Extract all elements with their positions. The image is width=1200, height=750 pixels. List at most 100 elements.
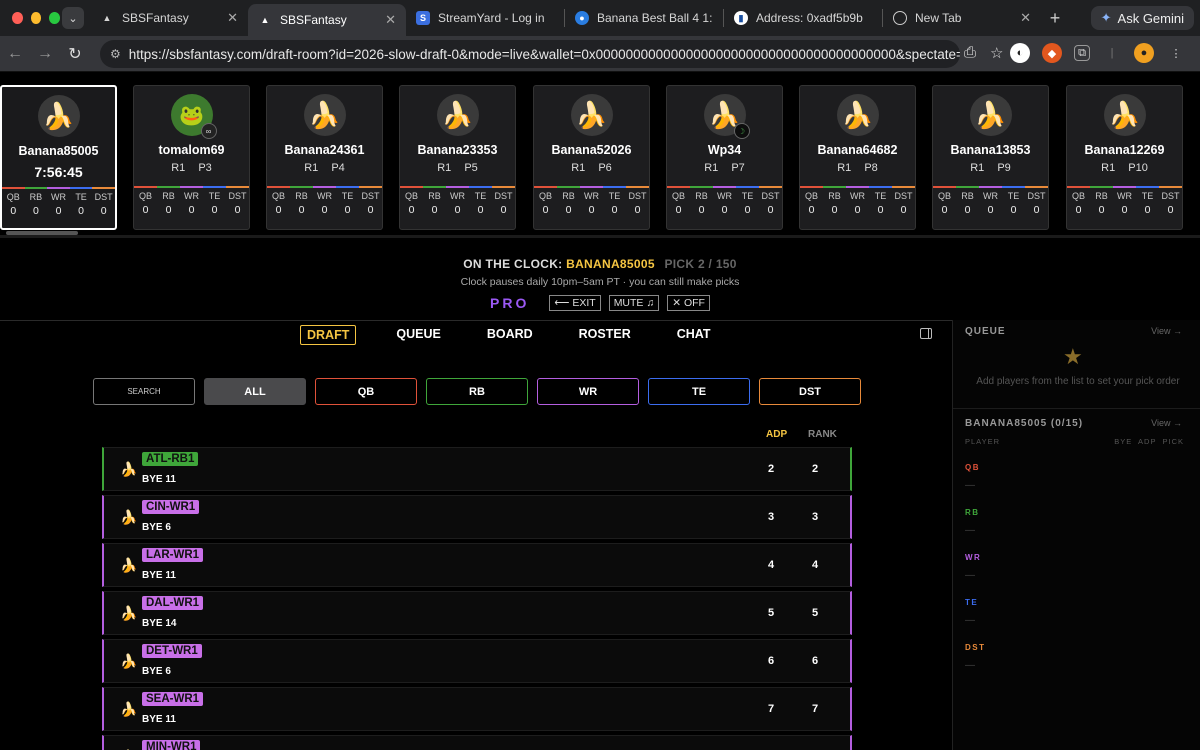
kebab-menu-icon[interactable]: ⋮ bbox=[1166, 43, 1186, 63]
team-avatar: 🍌 bbox=[37, 95, 80, 137]
team-card[interactable]: 🍌 Banana85005 7:56:45 QB RB WR TE DST 0 0 0 0 0 bbox=[0, 85, 117, 230]
banana-icon: 🍌 bbox=[120, 461, 138, 477]
mute-button[interactable]: MUTE ♫ bbox=[608, 295, 660, 311]
roster-title: BANANA85005 (0/15) bbox=[965, 418, 1084, 429]
position-count: 0 bbox=[900, 204, 907, 216]
position-count: 0 bbox=[321, 204, 328, 216]
team-round-pick: R1 P5 bbox=[437, 162, 478, 174]
filter-all-button[interactable]: ALL bbox=[204, 378, 306, 405]
team-card[interactable]: 🍌 Banana24361 R1 P4 QB RB WR TE DST 0 0 0 0 0 bbox=[266, 85, 383, 230]
player-row[interactable]: 🍌MIN-WR1 bbox=[102, 735, 852, 750]
player-tag: CIN-WR1 bbox=[142, 500, 200, 514]
tab-chat[interactable]: CHAT bbox=[671, 325, 717, 345]
team-card[interactable]: 🍌 Banana23353 R1 P5 QB RB WR TE DST 0 0 0 0 0 bbox=[399, 85, 516, 230]
bookmark-star-icon[interactable]: ☆ bbox=[990, 44, 1003, 62]
metamask-icon[interactable]: ◆ bbox=[1042, 43, 1062, 63]
star-icon: ★ bbox=[1063, 344, 1083, 369]
position-label: RB bbox=[428, 191, 441, 201]
team-card[interactable]: 🍌 Banana52026 R1 P6 QB RB WR TE DST 0 0 0 0 0 bbox=[533, 85, 650, 230]
puzzle-icon[interactable]: ⧉ bbox=[1074, 45, 1090, 61]
browser-tab[interactable]: ▲ SBSFantasy ✕ bbox=[90, 0, 248, 36]
tab-search-button[interactable]: ⌄ bbox=[62, 7, 84, 29]
filter-rb-button[interactable]: RB bbox=[426, 378, 528, 405]
search-input[interactable]: SEARCH bbox=[93, 378, 195, 405]
position-label: DST bbox=[94, 192, 113, 202]
tab-roster[interactable]: ROSTER bbox=[573, 325, 637, 345]
team-name: Banana24361 bbox=[284, 143, 365, 157]
filter-qb-button[interactable]: QB bbox=[315, 378, 417, 405]
reload-button[interactable]: ↻ bbox=[60, 44, 90, 64]
player-bye: BYE 14 bbox=[142, 618, 177, 629]
tab-queue[interactable]: QUEUE bbox=[390, 325, 446, 345]
chrome-icon bbox=[893, 11, 907, 25]
position-count: 0 bbox=[211, 204, 218, 216]
address-bar[interactable]: ⚙ https://sbsfantasy.com/draft-room?id=2… bbox=[100, 40, 960, 68]
site-info-icon[interactable]: ⚙ bbox=[110, 47, 121, 61]
filter-te-button[interactable]: TE bbox=[648, 378, 750, 405]
queue-view-link[interactable]: View → bbox=[1151, 326, 1182, 336]
browser-tab-active[interactable]: ▲ SBSFantasy ✕ bbox=[248, 4, 406, 36]
filter-dst-button[interactable]: DST bbox=[759, 378, 861, 405]
player-row[interactable]: 🍌 ATL-RB1 BYE 11 2 2 bbox=[102, 447, 852, 491]
tab-board[interactable]: BOARD bbox=[481, 325, 539, 345]
ask-gemini-button[interactable]: ✦ Ask Gemini bbox=[1090, 6, 1194, 30]
player-row[interactable]: 🍌 CIN-WR1 BYE 6 3 3 bbox=[102, 495, 852, 539]
position-counts: 0 0 0 0 0 bbox=[2, 205, 115, 217]
position-label: TE bbox=[1141, 191, 1154, 201]
player-row[interactable]: 🍌 DET-WR1 BYE 6 6 6 bbox=[102, 639, 852, 683]
browser-tab[interactable]: ▮ Address: 0xadf5b9b bbox=[724, 0, 882, 36]
position-count: 0 bbox=[32, 205, 39, 217]
team-card[interactable]: 🍌 Banana12269 R1 P10 QB RB WR TE DST 0 0 0 0 0 bbox=[1066, 85, 1183, 230]
rank-column-header[interactable]: RANK bbox=[808, 429, 837, 440]
tab-title: SBSFantasy bbox=[122, 11, 189, 25]
maximize-window-button[interactable] bbox=[49, 12, 61, 24]
team-card[interactable]: 🐸 ∞ tomalom69 R1 P3 QB RB WR TE DST 0 0 0 0 0 bbox=[133, 85, 250, 230]
player-row[interactable]: 🍌 SEA-WR1 BYE 11 7 7 bbox=[102, 687, 852, 731]
profile-avatar[interactable]: ● bbox=[1134, 43, 1154, 63]
forward-button[interactable]: → bbox=[30, 45, 60, 63]
position-label: TE bbox=[874, 191, 887, 201]
position-counts: 0 0 0 0 0 bbox=[267, 204, 382, 216]
browser-tab[interactable]: New Tab ✕ bbox=[883, 0, 1041, 36]
new-tab-button[interactable]: + bbox=[1041, 8, 1069, 29]
minimize-window-button[interactable] bbox=[30, 12, 42, 24]
banana-icon: 🍌 bbox=[1108, 99, 1141, 130]
player-row[interactable]: 🍌 DAL-WR1 BYE 14 5 5 bbox=[102, 591, 852, 635]
team-avatar: 🍌 bbox=[1103, 94, 1146, 136]
install-app-icon[interactable]: ⎙ bbox=[964, 44, 976, 62]
team-name: Wp34 bbox=[707, 143, 742, 157]
extension-icon[interactable]: ◐ bbox=[1010, 43, 1030, 63]
tab-draft[interactable]: DRAFT bbox=[300, 325, 357, 345]
browser-tab[interactable]: S StreamYard - Log in bbox=[406, 0, 564, 36]
team-card[interactable]: 🍌 Banana13853 R1 P9 QB RB WR TE DST 0 0 0 0 0 bbox=[932, 85, 1049, 230]
exit-button[interactable]: ⟵ EXIT bbox=[549, 295, 601, 311]
close-tab-icon[interactable]: ✕ bbox=[227, 10, 238, 26]
position-count: 0 bbox=[854, 204, 861, 216]
filter-wr-button[interactable]: WR bbox=[537, 378, 639, 405]
team-card[interactable]: 🍌 ☽ Wp34 R1 P7 QB RB WR TE DST 0 0 0 0 0 bbox=[666, 85, 783, 230]
position-label: QB bbox=[937, 191, 951, 201]
close-tab-icon[interactable]: ✕ bbox=[1020, 10, 1031, 26]
roster-empty-slot: — bbox=[965, 615, 975, 626]
team-card[interactable]: 🍌 Banana64682 R1 P8 QB RB WR TE DST 0 0 0 0 0 bbox=[799, 85, 916, 230]
roster-group-rb: RB bbox=[965, 508, 980, 517]
player-tag: SEA-WR1 bbox=[142, 692, 204, 706]
off-button[interactable]: ✕ OFF bbox=[667, 295, 710, 311]
window-controls bbox=[0, 12, 61, 24]
roster-view-link[interactable]: View → bbox=[1151, 418, 1182, 428]
sidebar-toggle-icon[interactable] bbox=[920, 328, 932, 339]
player-row[interactable]: 🍌 LAR-WR1 BYE 11 4 4 bbox=[102, 543, 852, 587]
close-tab-icon[interactable]: ✕ bbox=[385, 12, 396, 28]
frog-avatar-icon: 🐸 bbox=[179, 104, 204, 127]
position-counts: 0 0 0 0 0 bbox=[534, 204, 649, 216]
position-count: 0 bbox=[941, 204, 948, 216]
address-toolbar: ← → ↻ ⚙ https://sbsfantasy.com/draft-roo… bbox=[0, 36, 1200, 72]
close-window-button[interactable] bbox=[12, 12, 23, 24]
browser-tab[interactable]: ● Banana Best Ball 4 1: bbox=[565, 0, 723, 36]
position-label: TE bbox=[208, 191, 221, 201]
queue-sidebar: QUEUE View → ★ Add players from the list… bbox=[952, 320, 1200, 750]
roster-empty-slot: — bbox=[965, 525, 975, 536]
position-label: RB bbox=[162, 191, 175, 201]
back-button[interactable]: ← bbox=[0, 45, 30, 63]
adp-column-header[interactable]: ADP bbox=[766, 429, 787, 440]
